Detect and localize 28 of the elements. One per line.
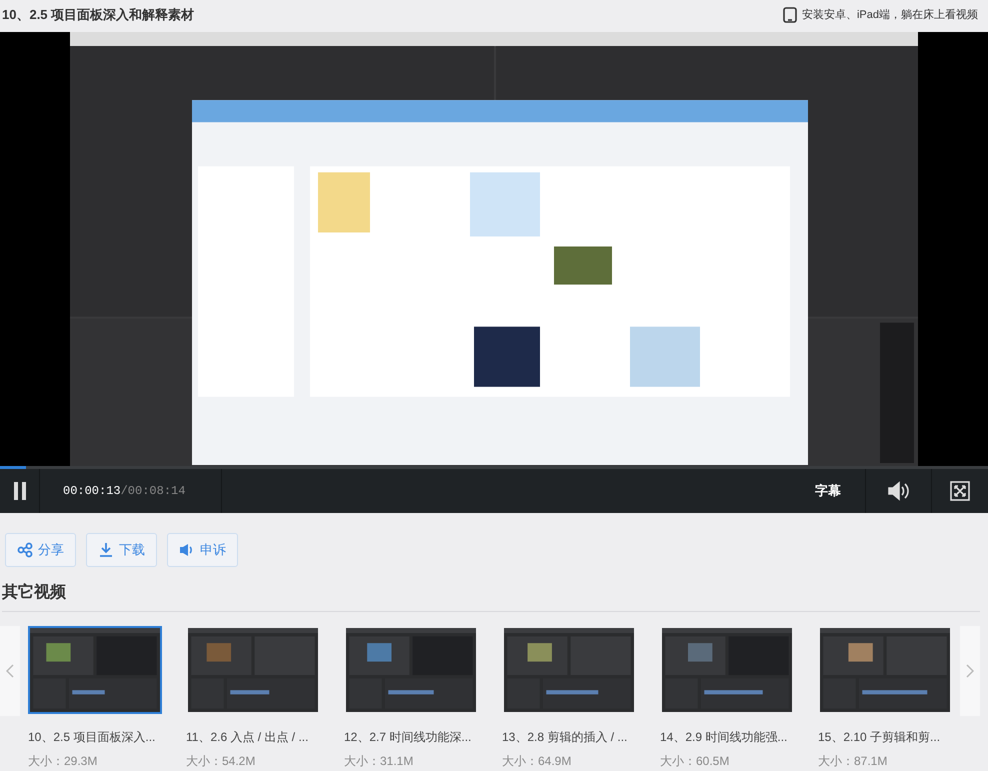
video-item-size: 大小：87.1M bbox=[818, 753, 888, 770]
video-item-size: 大小：29.3M bbox=[28, 753, 98, 770]
chevron-left-icon bbox=[6, 664, 14, 678]
video-item-title[interactable]: 12、2.7 时间线功能深... bbox=[344, 728, 478, 746]
download-icon bbox=[98, 542, 114, 558]
chevron-right-icon bbox=[966, 664, 974, 678]
video-item-title[interactable]: 15、2.10 子剪辑和剪... bbox=[818, 728, 952, 746]
share-icon bbox=[17, 542, 33, 558]
video-item-size: 大小：60.5M bbox=[660, 753, 730, 770]
speaker-icon bbox=[886, 481, 910, 501]
progress-track[interactable] bbox=[0, 466, 988, 469]
pause-icon bbox=[12, 482, 26, 500]
fullscreen-icon bbox=[950, 481, 970, 501]
section-heading: 其它视频 bbox=[2, 584, 66, 601]
video-item-size: 大小：54.2M bbox=[186, 753, 256, 770]
duration: /00:08:14 bbox=[120, 483, 186, 500]
video-item-title[interactable]: 10、2.5 项目面板深入... bbox=[28, 728, 162, 746]
video-title: 10、2.5 项目面板深入和解释素材 bbox=[2, 6, 194, 24]
current-time: 00:00:13 bbox=[63, 483, 121, 500]
app-promo-link[interactable]: 安装安卓、iPad端，躺在床上看视频 bbox=[802, 6, 978, 24]
video-item-title[interactable]: 14、2.9 时间线功能强... bbox=[660, 728, 794, 746]
tablet-icon bbox=[782, 7, 797, 23]
video-item-title[interactable]: 11、2.6 入点 / 出点 / ... bbox=[186, 728, 320, 746]
video-item-size: 大小：64.9M bbox=[502, 753, 572, 770]
subtitle-button[interactable]: 字幕 bbox=[791, 469, 866, 513]
video-item-size: 大小：31.1M bbox=[344, 753, 414, 770]
megaphone-icon bbox=[179, 542, 195, 558]
video-item-title[interactable]: 13、2.8 剪辑的插入 / ... bbox=[502, 728, 636, 746]
